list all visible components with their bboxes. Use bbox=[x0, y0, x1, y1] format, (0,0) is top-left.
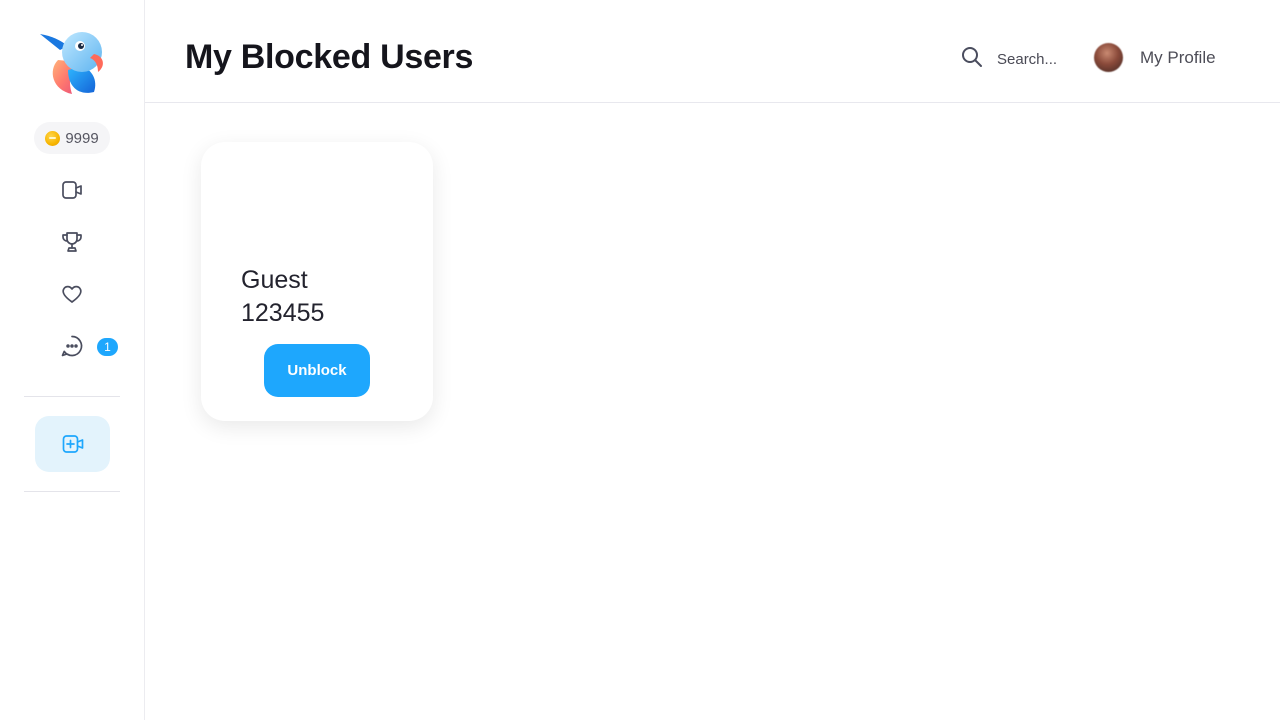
my-profile-link[interactable]: My Profile bbox=[1140, 48, 1216, 68]
chat-bubble-icon bbox=[61, 335, 83, 357]
blocked-user-card: Guest 123455 Unblock bbox=[201, 142, 433, 421]
sidebar: 9999 1 bbox=[0, 0, 145, 720]
sidebar-divider bbox=[24, 396, 120, 397]
sidebar-divider bbox=[24, 491, 120, 492]
sidebar-item-favorites[interactable] bbox=[56, 278, 88, 310]
heart-icon bbox=[62, 285, 82, 303]
sidebar-item-messages[interactable] bbox=[56, 330, 88, 362]
sidebar-item-leaderboard[interactable] bbox=[56, 226, 88, 258]
parrot-logo-icon[interactable] bbox=[38, 30, 108, 98]
blocked-user-name: Guest 123455 bbox=[241, 266, 325, 327]
page-title: My Blocked Users bbox=[185, 38, 474, 76]
coin-balance-value: 9999 bbox=[65, 129, 99, 147]
page-header: My Blocked Users My Profile bbox=[145, 0, 1280, 103]
video-camera-icon bbox=[62, 181, 82, 199]
trophy-icon bbox=[62, 232, 82, 252]
add-video-icon bbox=[62, 435, 83, 453]
coin-balance[interactable]: 9999 bbox=[34, 122, 110, 154]
search-input[interactable] bbox=[997, 48, 1077, 70]
search-icon[interactable] bbox=[960, 45, 984, 69]
unblock-button[interactable]: Unblock bbox=[264, 344, 370, 397]
add-video-room-button[interactable] bbox=[35, 416, 110, 472]
messages-unread-badge: 1 bbox=[97, 338, 118, 356]
avatar[interactable] bbox=[1094, 43, 1123, 72]
sidebar-item-video-call[interactable] bbox=[56, 174, 88, 206]
coin-icon bbox=[45, 130, 61, 146]
